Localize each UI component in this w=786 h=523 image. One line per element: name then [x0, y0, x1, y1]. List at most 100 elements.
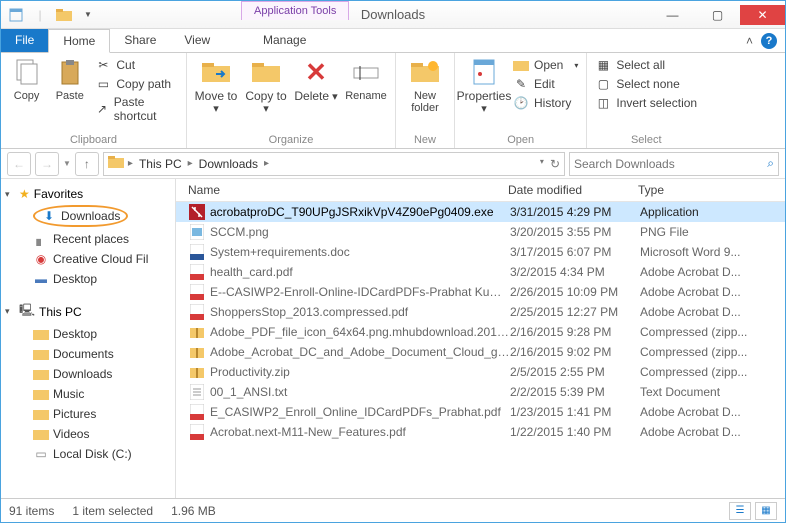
sidebar-item-pc-documents[interactable]: Documents	[1, 344, 175, 364]
forward-button[interactable]: →	[35, 152, 59, 176]
copy-path-button[interactable]: ▭Copy path	[93, 75, 180, 93]
sidebar-item-pc-music[interactable]: Music	[1, 384, 175, 404]
sidebar-item-pc-videos[interactable]: Videos	[1, 424, 175, 444]
history-button[interactable]: 🕑History	[511, 94, 580, 112]
recent-locations-icon[interactable]: ▼	[63, 159, 71, 168]
file-row[interactable]: health_card.pdf3/2/2015 4:34 PMAdobe Acr…	[176, 262, 785, 282]
details-view-button[interactable]: ☰	[729, 502, 751, 520]
file-date: 3/17/2015 6:07 PM	[510, 245, 640, 259]
file-row[interactable]: Productivity.zip2/5/2015 2:55 PMCompress…	[176, 362, 785, 382]
move-to-button[interactable]: Move to ▾	[193, 56, 239, 115]
file-name: health_card.pdf	[210, 265, 510, 279]
edit-icon: ✎	[513, 76, 529, 92]
file-name: acrobatproDC_T90UPgJSRxikVpV4Z90ePg0409.…	[210, 205, 510, 219]
collapse-ribbon-icon[interactable]: ˄	[746, 34, 753, 48]
search-input[interactable]	[574, 157, 767, 171]
copy-button[interactable]: Copy	[7, 56, 46, 102]
open-group: Properties ▾ Open▾ ✎Edit 🕑History Open	[455, 53, 587, 148]
file-row[interactable]: Acrobat.next-M11-New_Features.pdf1/22/20…	[176, 422, 785, 442]
file-row[interactable]: E_CASIWP2_Enroll_Online_IDCardPDFs_Prabh…	[176, 402, 785, 422]
sidebar-item-creative-cloud[interactable]: ◉Creative Cloud Fil	[1, 249, 175, 269]
breadcrumb[interactable]: ▸ This PC ▸ Downloads ▸ ▾ ↻	[103, 152, 565, 176]
help-icon[interactable]: ?	[761, 33, 777, 49]
content-area: ▾★Favorites ⬇Downloads ▖Recent places ◉C…	[1, 179, 785, 498]
creative-cloud-icon: ◉	[33, 251, 49, 267]
qat-properties-icon[interactable]	[5, 4, 27, 26]
sidebar-item-pc-desktop[interactable]: Desktop	[1, 324, 175, 344]
chevron-right-icon[interactable]: ▸	[264, 158, 269, 169]
file-row[interactable]: Adobe_PDF_file_icon_64x64.png.mhubdownlo…	[176, 322, 785, 342]
favorites-header[interactable]: ▾★Favorites	[1, 185, 175, 203]
sidebar-item-local-disk[interactable]: ▭Local Disk (C:)	[1, 444, 175, 464]
file-row[interactable]: acrobatproDC_T90UPgJSRxikVpV4Z90ePg0409.…	[176, 202, 785, 222]
invert-selection-button[interactable]: ◫Invert selection	[593, 94, 699, 112]
sidebar-item-downloads[interactable]: ⬇Downloads	[1, 203, 175, 229]
sidebar-item-desktop[interactable]: ▬Desktop	[1, 269, 175, 289]
search-icon[interactable]: ⌕	[767, 156, 774, 171]
crumb-this-pc[interactable]: This PC	[137, 157, 184, 171]
file-tab[interactable]: File	[1, 29, 48, 52]
refresh-icon[interactable]: ↻	[550, 157, 560, 171]
up-button[interactable]: ↑	[75, 152, 99, 176]
copy-to-button[interactable]: Copy to ▾	[243, 56, 289, 115]
thumbnails-view-button[interactable]: ▦	[755, 502, 777, 520]
file-date: 2/25/2015 12:27 PM	[510, 305, 640, 319]
file-row[interactable]: ShoppersStop_2013.compressed.pdf2/25/201…	[176, 302, 785, 322]
file-row[interactable]: Adobe_Acrobat_DC_and_Adobe_Document_Clou…	[176, 342, 785, 362]
properties-button[interactable]: Properties ▾	[461, 56, 507, 115]
folder-icon	[33, 406, 49, 422]
this-pc-header[interactable]: ▾🖳This PC	[1, 299, 175, 324]
folder-icon	[33, 346, 49, 362]
crumb-downloads[interactable]: Downloads	[197, 157, 260, 171]
paste-button[interactable]: Paste	[50, 56, 89, 102]
close-button[interactable]: ✕	[740, 5, 785, 25]
qat-dropdown-icon[interactable]: ▼	[77, 4, 99, 26]
maximize-button[interactable]: ▢	[695, 5, 740, 25]
view-tab[interactable]: View	[170, 29, 224, 52]
chevron-right-icon[interactable]: ▸	[128, 158, 133, 169]
file-date: 2/26/2015 10:09 PM	[510, 285, 640, 299]
file-name: E--CASIWP2-Enroll-Online-IDCardPDFs-Prab…	[210, 285, 510, 299]
sidebar-item-recent[interactable]: ▖Recent places	[1, 229, 175, 249]
file-list: Name Date modified Type acrobatproDC_T90…	[176, 179, 785, 498]
file-row[interactable]: SCCM.png3/20/2015 3:55 PMPNG File	[176, 222, 785, 242]
new-folder-button[interactable]: New folder	[402, 56, 448, 114]
column-date[interactable]: Date modified	[508, 183, 638, 197]
scissors-icon: ✂	[95, 57, 111, 73]
file-row[interactable]: E--CASIWP2-Enroll-Online-IDCardPDFs-Prab…	[176, 282, 785, 302]
address-dropdown-icon[interactable]: ▾	[540, 157, 544, 171]
select-all-button[interactable]: ▦Select all	[593, 56, 699, 74]
file-type: Adobe Acrobat D...	[640, 425, 785, 439]
invert-icon: ◫	[595, 95, 611, 111]
manage-tab[interactable]: Manage	[249, 29, 320, 51]
paste-shortcut-button[interactable]: ↗Paste shortcut	[93, 94, 180, 124]
quick-access-toolbar: | ▼	[1, 4, 103, 26]
context-tools-tab[interactable]: Application Tools	[241, 1, 349, 20]
share-tab[interactable]: Share	[110, 29, 170, 52]
file-row[interactable]: System+requirements.doc3/17/2015 6:07 PM…	[176, 242, 785, 262]
minimize-button[interactable]: —	[650, 5, 695, 25]
file-row[interactable]: 00_1_ANSI.txt2/2/2015 5:39 PMText Docume…	[176, 382, 785, 402]
chevron-right-icon[interactable]: ▸	[188, 158, 193, 169]
file-type: Adobe Acrobat D...	[640, 405, 785, 419]
home-tab[interactable]: Home	[48, 29, 110, 53]
rename-button[interactable]: Rename	[343, 56, 389, 102]
cut-button[interactable]: ✂Cut	[93, 56, 180, 74]
back-button[interactable]: ←	[7, 152, 31, 176]
folder-icon	[33, 366, 49, 382]
open-button[interactable]: Open▾	[511, 56, 580, 74]
sidebar-item-pc-pictures[interactable]: Pictures	[1, 404, 175, 424]
qat-newfolder-icon[interactable]	[53, 4, 75, 26]
desktop-icon: ▬	[33, 271, 49, 287]
edit-button[interactable]: ✎Edit	[511, 75, 580, 93]
file-icon	[188, 244, 206, 260]
sidebar-item-pc-downloads[interactable]: Downloads	[1, 364, 175, 384]
column-name[interactable]: Name	[188, 183, 508, 197]
column-headers: Name Date modified Type	[176, 179, 785, 202]
column-type[interactable]: Type	[638, 183, 785, 197]
status-selected-count: 1 item selected	[72, 504, 153, 518]
select-none-button[interactable]: ▢Select none	[593, 75, 699, 93]
search-box[interactable]: ⌕	[569, 152, 779, 176]
delete-button[interactable]: ✕Delete ▾	[293, 56, 339, 103]
file-icon	[188, 424, 206, 440]
